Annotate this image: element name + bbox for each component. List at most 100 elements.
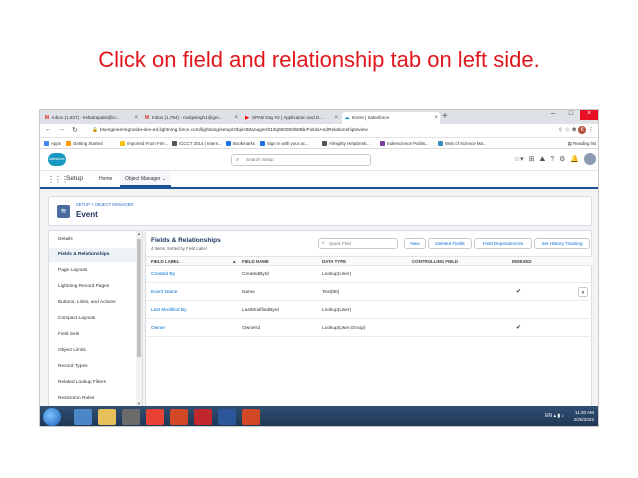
left-nav-page-layouts[interactable]: Page Layouts	[49, 264, 137, 278]
lock-icon: 🔒	[92, 128, 98, 133]
left-nav-scrollbar[interactable]: ▲ ▼	[136, 231, 142, 426]
object-left-nav: Details Fields & Relationships Page Layo…	[48, 230, 143, 426]
bookmark-icon	[66, 141, 71, 146]
left-nav-compact-layouts[interactable]: Compact Layouts	[49, 312, 137, 326]
bookmark-item[interactable]: Getting Started	[66, 138, 103, 149]
bookmark-item[interactable]: Inderscience Publis...	[380, 138, 429, 149]
favorites-icon[interactable]: ☆▾	[514, 156, 524, 163]
clock[interactable]: 11:20 AM 2/25/2022	[574, 409, 594, 423]
left-nav-field-sets[interactable]: Field Sets	[49, 328, 137, 342]
data-type: Lookup(User,Group)	[322, 326, 366, 331]
window-close-icon[interactable]: ×	[580, 110, 598, 120]
star-icon[interactable]: ☆	[565, 128, 570, 134]
network-icon[interactable]: ▮	[557, 413, 560, 419]
quick-find-input[interactable]: ⌕ Quick Find	[318, 238, 398, 249]
file-explorer-icon[interactable]	[98, 409, 116, 425]
left-nav-object-limits[interactable]: Object Limits	[49, 344, 137, 358]
field-label-link[interactable]: Owner	[151, 320, 165, 337]
help-icon[interactable]: ?	[550, 156, 554, 163]
maximize-icon[interactable]: □	[562, 110, 580, 120]
set-history-tracking-button[interactable]: Set History Tracking	[534, 238, 590, 249]
powerpoint-icon[interactable]	[170, 409, 188, 425]
deleted-fields-button[interactable]: Deleted Fields	[428, 238, 472, 249]
bookmark-label: Apps	[51, 141, 62, 146]
internet-explorer-icon[interactable]	[74, 409, 92, 425]
bookmark-item[interactable]: ICCCT 2014 | Intern...	[172, 138, 222, 149]
bookmark-item[interactable]: Web of Science Ma...	[438, 138, 487, 149]
field-label-link[interactable]: Event Name	[151, 284, 177, 301]
bookmark-icon	[438, 141, 443, 146]
app-launcher-icon[interactable]: ⋮⋮⋮	[47, 175, 69, 184]
salesforce-header: salesforce ⌕ Search Setup ☆▾ ⊞ ⛰ ? ⚙ 🔔	[40, 149, 598, 171]
left-nav-details[interactable]: Details	[49, 233, 137, 247]
row-actions-dropdown-icon[interactable]: ▼	[578, 287, 588, 297]
start-button[interactable]	[43, 408, 61, 426]
youtube-icon: ▶	[245, 115, 249, 121]
tray-up-arrow-icon[interactable]: ▴	[553, 413, 556, 419]
bookmark-item[interactable]: Sign in with your ac...	[260, 138, 309, 149]
bookmark-item[interactable]: Imported From Fire...	[120, 138, 168, 149]
new-tab-button[interactable]: +	[442, 111, 448, 122]
gear-icon[interactable]: ⚙	[559, 156, 565, 163]
close-icon[interactable]: ×	[134, 112, 138, 124]
panel-title: Fields & Relationships	[151, 237, 221, 244]
bookmark-icon	[172, 141, 177, 146]
bookmark-item[interactable]: Bookmarks	[226, 138, 255, 149]
url-field[interactable]: 🔒 bsengineeringnoida-dev-ed.lightning.for…	[92, 126, 368, 136]
reading-list[interactable]: ▤ Reading list	[568, 138, 596, 149]
field-label-link[interactable]: Created By	[151, 266, 175, 283]
browser-tab-active[interactable]: ☁ Event | Salesforce ×	[342, 112, 440, 124]
bookmark-item[interactable]: Almighty HelpDesk...	[322, 138, 370, 149]
back-icon[interactable]: ←	[45, 126, 52, 133]
bookmark-label: Almighty HelpDesk...	[329, 141, 370, 146]
bell-icon[interactable]: 🔔	[570, 156, 579, 163]
close-icon[interactable]: ×	[434, 112, 438, 124]
profile-avatar[interactable]: K	[578, 126, 587, 134]
extension-icon[interactable]: ✱	[572, 128, 577, 134]
left-nav-restriction-rules[interactable]: Restriction Rules	[49, 392, 137, 406]
left-nav-related-lookup-filters[interactable]: Related Lookup Filters	[49, 376, 137, 390]
minimize-icon[interactable]: –	[544, 110, 562, 120]
menu-icon[interactable]: ⋮	[588, 128, 594, 134]
left-nav-buttons-links-actions[interactable]: Buttons, Links, and Actions	[49, 296, 137, 310]
left-nav-fields-relationships[interactable]: Fields & Relationships	[49, 248, 137, 262]
browser-tab[interactable]: M Inbox (1,837) - kshatrapalsi@in... ×	[42, 112, 140, 124]
media-player-icon[interactable]	[122, 409, 140, 425]
star-icon	[226, 141, 231, 146]
bookmark-label: Getting Started	[73, 141, 103, 146]
close-icon[interactable]: ×	[334, 112, 338, 124]
app-name: Setup	[66, 175, 83, 182]
avatar[interactable]	[584, 153, 596, 165]
field-label-link[interactable]: Last Modified By	[151, 302, 186, 319]
bookmark-item[interactable]: Apps	[44, 138, 61, 149]
tab-object-manager[interactable]: Object Manager ⌄	[120, 171, 172, 187]
breadcrumb[interactable]: SETUP > OBJECT MANAGER	[76, 202, 133, 207]
field-dependencies-button[interactable]: Field Dependencies	[474, 238, 532, 249]
browser-tab[interactable]: M Inbox (1,794) - malipsingh1@gm... ×	[142, 112, 240, 124]
salesforce-logo[interactable]: salesforce	[48, 153, 66, 166]
tab-home[interactable]: Home	[94, 171, 117, 187]
app-icon[interactable]	[194, 409, 212, 425]
word-icon[interactable]	[218, 409, 236, 425]
reload-icon[interactable]: ↻	[72, 126, 78, 134]
new-button[interactable]: New	[404, 238, 426, 249]
left-nav-lightning-record-pages[interactable]: Lightning Record Pages	[49, 280, 137, 294]
trailhead-icon[interactable]: ⛰	[539, 156, 545, 163]
forward-icon[interactable]: →	[58, 126, 65, 133]
close-icon[interactable]: ×	[234, 112, 238, 124]
add-icon[interactable]: ⊞	[529, 156, 535, 163]
bookmark-label: ICCCT 2014 | Intern...	[179, 141, 222, 146]
setup-search-input[interactable]: ⌕ Search Setup	[231, 154, 371, 166]
share-icon[interactable]: ⇪	[558, 128, 563, 134]
volume-icon[interactable]: ♪	[562, 413, 565, 419]
table-row: Created By CreatedById Lookup(User)	[146, 266, 593, 283]
scrollbar-thumb[interactable]	[137, 239, 141, 357]
bookmark-label: Inderscience Publis...	[387, 141, 429, 146]
language-indicator[interactable]: EN	[545, 413, 552, 419]
browser-tab[interactable]: ▶ SPAB Day #2 | Application and D... ×	[242, 112, 340, 124]
scroll-up-icon[interactable]: ▲	[136, 231, 142, 236]
url-text: bsengineeringnoida-dev-ed.lightning.forc…	[99, 128, 368, 133]
chrome-icon[interactable]	[146, 409, 164, 425]
powerpoint-icon[interactable]	[242, 409, 260, 425]
left-nav-record-types[interactable]: Record Types	[49, 360, 137, 374]
